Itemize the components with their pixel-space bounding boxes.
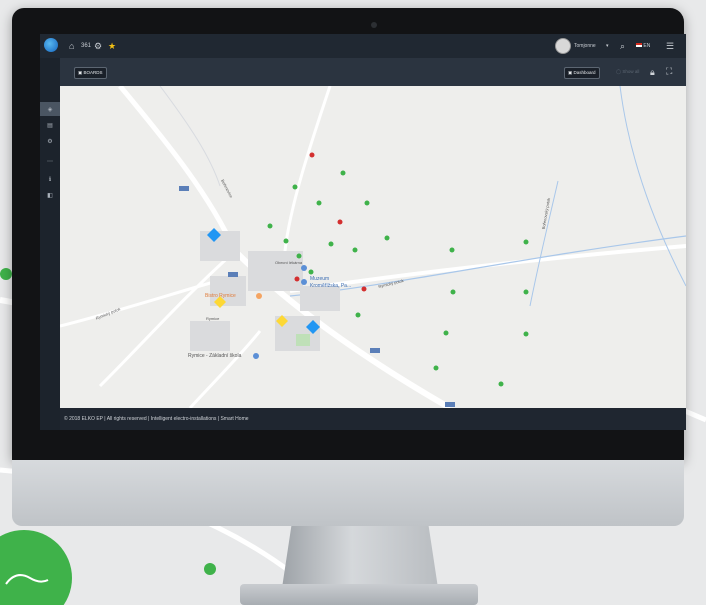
- built-area: [300, 286, 340, 311]
- device-dot-green[interactable]: [340, 170, 346, 176]
- dashboard-icon: ▣: [568, 70, 573, 75]
- monitor-stand: [282, 526, 438, 588]
- road-shield: [370, 348, 380, 353]
- toggle-icon: ◯: [616, 69, 622, 74]
- device-dot-red[interactable]: [337, 219, 343, 225]
- monitor-chin: [12, 460, 684, 526]
- sidebar-item-devices[interactable]: ▤: [46, 122, 54, 130]
- device-dot-green[interactable]: [352, 247, 358, 253]
- device-dot-red[interactable]: [294, 276, 300, 282]
- place-label: Muzeum: [310, 276, 330, 282]
- road-shield: [228, 272, 238, 277]
- language-label: EN: [643, 43, 651, 49]
- map-view[interactable]: Bistro Rymice Muzeum Kroměřížska, Pa... …: [60, 86, 686, 408]
- school-pin-icon[interactable]: [253, 353, 259, 359]
- device-dot-green[interactable]: [364, 200, 370, 206]
- dashboard-label: Dashboard: [573, 70, 596, 75]
- device-dot-green[interactable]: [523, 331, 529, 337]
- sidebar-item-map[interactable]: ◈: [46, 106, 54, 114]
- built-area: [248, 251, 303, 291]
- boards-icon: ▣: [78, 70, 83, 75]
- place-label: Rymice - Základní škola: [188, 353, 242, 359]
- footer: © 2018 ELKO EP | All rights reserved | I…: [60, 408, 686, 430]
- device-dot-green[interactable]: [449, 247, 455, 253]
- app-logo[interactable]: [44, 38, 58, 52]
- device-dot-green[interactable]: [316, 200, 322, 206]
- device-dot-green[interactable]: [523, 289, 529, 295]
- device-dot-green[interactable]: [443, 330, 449, 336]
- top-bar: ⌂ 361 ⚙ ★ Tomjonne ▾ ⌕ EN ☰: [40, 34, 686, 58]
- user-name[interactable]: Tomjonne: [574, 40, 596, 52]
- device-dot-green[interactable]: [498, 381, 504, 387]
- sidebar-item-info[interactable]: ℹ: [46, 176, 54, 184]
- sidebar: ◈ ▤ ⚙ ⋯ ℹ ◧: [40, 58, 60, 430]
- monitor-base: [240, 584, 478, 605]
- device-dot-green[interactable]: [308, 269, 314, 275]
- sidebar-item-toggle[interactable]: ◧: [46, 192, 54, 200]
- device-dot-green[interactable]: [283, 238, 289, 244]
- avatar[interactable]: [555, 38, 571, 54]
- device-dot-green[interactable]: [328, 241, 334, 247]
- road-shield: [445, 402, 455, 407]
- language-selector[interactable]: EN: [636, 40, 650, 52]
- device-dot-green[interactable]: [355, 312, 361, 318]
- flag-icon: [636, 43, 642, 47]
- lock-icon[interactable]: 🔒︎: [650, 66, 655, 78]
- road-shield: [179, 186, 189, 191]
- home-icon[interactable]: ⌂: [69, 40, 74, 52]
- museum-pin-icon[interactable]: [301, 279, 307, 285]
- boards-label: BOARDS: [83, 70, 103, 75]
- menu-icon[interactable]: ☰: [666, 40, 674, 52]
- camera: [371, 22, 377, 28]
- chevron-down-icon[interactable]: ▾: [606, 40, 609, 52]
- search-icon[interactable]: ⌕: [620, 40, 625, 52]
- dashboard-button[interactable]: ▣ Dashboard: [564, 67, 600, 79]
- device-dot-red[interactable]: [361, 286, 367, 292]
- screen: ⌂ 361 ⚙ ★ Tomjonne ▾ ⌕ EN ☰ ◈ ▤ ⚙ ⋯ ℹ ◧ …: [40, 34, 686, 430]
- show-all-label: Show all: [622, 69, 640, 74]
- sub-toolbar: ▣ BOARDS ▣ Dashboard ◯ Show all 🔒︎ ⛶: [60, 58, 686, 86]
- place-label: Rymice: [206, 316, 220, 321]
- park-area: [296, 334, 310, 346]
- device-dot-green[interactable]: [433, 365, 439, 371]
- bg-dot: [0, 268, 12, 280]
- built-area: [190, 321, 230, 351]
- boards-button[interactable]: ▣ BOARDS: [74, 67, 107, 79]
- device-dot-green[interactable]: [523, 239, 529, 245]
- fullscreen-icon[interactable]: ⛶: [666, 65, 672, 77]
- bg-dot: [204, 563, 216, 575]
- footer-text: © 2018 ELKO EP | All rights reserved | I…: [64, 416, 249, 422]
- device-dot-green[interactable]: [296, 253, 302, 259]
- device-dot-green[interactable]: [267, 223, 273, 229]
- sidebar-item-settings[interactable]: ⚙: [46, 138, 54, 146]
- gear-icon[interactable]: ⚙: [94, 40, 102, 52]
- topbar-label[interactable]: 361: [81, 40, 91, 52]
- device-dot-green[interactable]: [450, 289, 456, 295]
- place-label: Bistro Rymice: [205, 293, 236, 299]
- place-label: Kroměřížska, Pa...: [310, 283, 352, 289]
- map-canvas[interactable]: [60, 86, 686, 408]
- show-all-toggle[interactable]: ◯ Show all: [616, 67, 639, 77]
- restaurant-pin-icon[interactable]: [256, 293, 262, 299]
- place-label: Obecní lékárna: [275, 260, 303, 265]
- obec-pin-icon[interactable]: [301, 265, 307, 271]
- star-icon[interactable]: ★: [108, 40, 116, 52]
- device-dot-red[interactable]: [309, 152, 315, 158]
- sidebar-item-more[interactable]: ⋯: [46, 158, 54, 166]
- device-dot-green[interactable]: [384, 235, 390, 241]
- device-dot-green[interactable]: [292, 184, 298, 190]
